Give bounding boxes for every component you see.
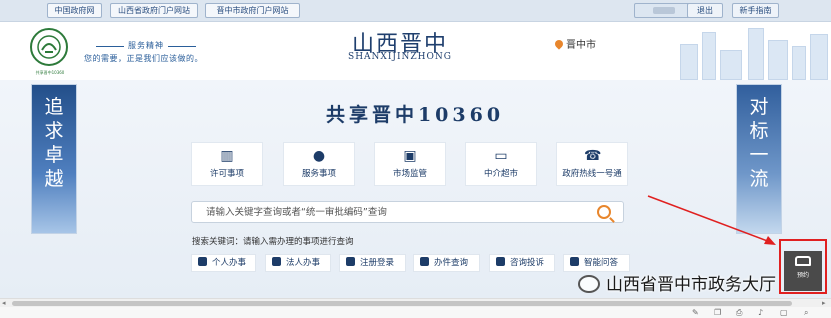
wechat-icon bbox=[578, 275, 600, 293]
horizontal-scrollbar[interactable]: ◂ ▸ bbox=[0, 298, 831, 307]
pen-icon[interactable]: ✎ bbox=[692, 307, 699, 318]
window-icon[interactable]: ▢ bbox=[780, 307, 788, 318]
car-icon bbox=[795, 256, 811, 266]
booking-button[interactable]: 预约 bbox=[784, 251, 822, 291]
print-icon[interactable]: ⎙ bbox=[736, 307, 742, 318]
status-bar: ✎ ❐ ⎙ ♪ ▢ ⌕ bbox=[0, 307, 831, 318]
search-icon[interactable]: ⌕ bbox=[804, 307, 808, 318]
highlight-box: 预约 bbox=[779, 239, 827, 294]
scrollbar-thumb[interactable] bbox=[12, 301, 792, 306]
wechat-watermark: 山西省晋中市政务大厅 bbox=[578, 270, 776, 295]
copy-icon[interactable]: ❐ bbox=[714, 307, 721, 318]
sound-icon[interactable]: ♪ bbox=[758, 307, 763, 318]
